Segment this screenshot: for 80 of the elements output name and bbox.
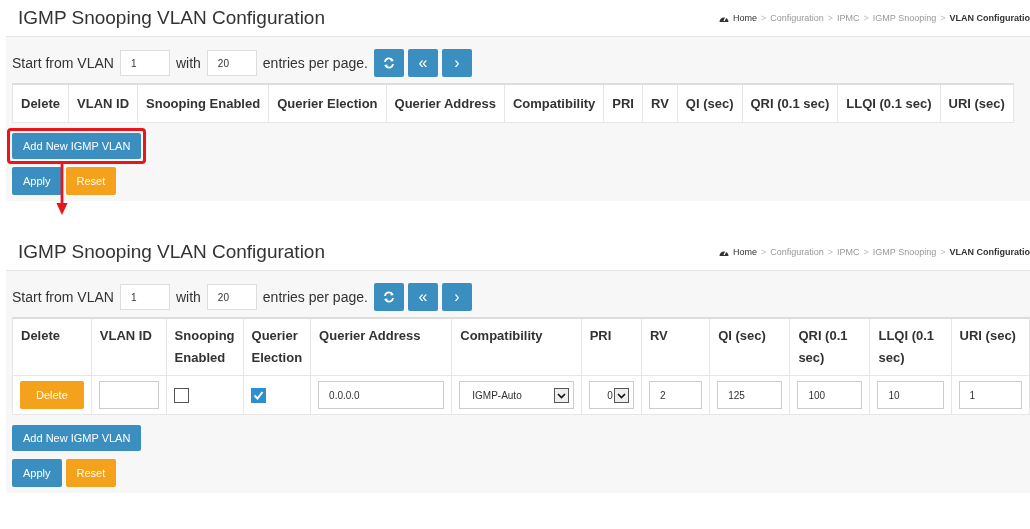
breadcrumb-link[interactable]: Configuration: [770, 13, 824, 23]
start-vlan-field[interactable]: 1: [119, 50, 170, 76]
checkbox[interactable]: [250, 387, 266, 403]
dropdown[interactable]: IGMP-Auto: [459, 381, 574, 409]
apply-button[interactable]: Apply: [12, 459, 62, 487]
breadcrumb-link[interactable]: Home: [733, 247, 757, 257]
page-title: IGMP Snooping VLAN Configuration: [18, 241, 325, 263]
refresh-icon: [382, 291, 395, 303]
breadcrumb-link[interactable]: Configuration: [770, 247, 824, 257]
column-header: LLQI (0.1 sec): [869, 318, 952, 376]
entries-label: entries per page.: [262, 289, 368, 305]
input-field[interactable]: [98, 381, 159, 409]
with-label: with: [175, 55, 201, 71]
refresh-button[interactable]: [373, 49, 404, 77]
page-title: IGMP Snooping VLAN Configuration: [18, 7, 325, 29]
column-header: Querier Election: [243, 318, 311, 376]
start-vlan-field[interactable]: 1: [119, 284, 170, 310]
breadcrumb-separator: >: [863, 247, 869, 257]
entries-field[interactable]: 20: [206, 50, 257, 76]
column-header: RV: [642, 84, 678, 123]
column-header: QRI (0.1 sec): [742, 84, 838, 123]
checkbox[interactable]: [173, 387, 189, 403]
start-label: Start from VLAN: [12, 289, 114, 305]
add-vlan-button[interactable]: Add New IGMP VLAN: [12, 133, 142, 159]
entries-field[interactable]: 20: [206, 284, 257, 310]
column-header: Compatibility: [451, 318, 582, 376]
breadcrumb-link[interactable]: IPMC: [837, 13, 860, 23]
input-field[interactable]: 100: [797, 381, 863, 409]
column-header: URI (sec): [940, 84, 1014, 123]
column-header: URI (sec): [951, 318, 1030, 376]
refresh-button[interactable]: [373, 283, 404, 311]
breadcrumb-separator: >: [761, 13, 767, 23]
column-header: Delete: [12, 318, 92, 376]
breadcrumb-link[interactable]: IPMC: [837, 247, 860, 257]
column-header: Delete: [12, 84, 69, 123]
breadcrumb-separator: >: [827, 13, 834, 23]
caret-icon: [613, 387, 629, 403]
column-header: VLAN ID: [68, 84, 138, 123]
next-page-button[interactable]: ›: [441, 49, 472, 77]
column-header: Querier Election: [268, 84, 387, 123]
column-header: QRI (0.1 sec): [789, 318, 870, 376]
breadcrumb-link[interactable]: IGMP Snooping: [872, 247, 937, 257]
input-field[interactable]: 0.0.0.0: [318, 381, 445, 409]
apply-button[interactable]: Apply: [12, 167, 62, 195]
reset-button[interactable]: Reset: [65, 167, 117, 195]
column-header: VLAN ID: [91, 318, 167, 376]
column-header: QI (sec): [677, 84, 742, 123]
entries-label: entries per page.: [262, 55, 368, 71]
breadcrumb-separator: >: [863, 13, 869, 23]
column-header: LLQI (0.1 sec): [837, 84, 940, 123]
input-field[interactable]: 125: [717, 381, 783, 409]
first-page-button[interactable]: «: [407, 49, 438, 77]
first-page-button[interactable]: «: [407, 283, 438, 311]
input-field[interactable]: 2: [648, 381, 703, 409]
input-field[interactable]: 10: [877, 381, 944, 409]
column-header: QI (sec): [709, 318, 790, 376]
column-header: Querier Address: [386, 84, 505, 123]
caret-icon: [553, 387, 569, 403]
refresh-icon: [382, 57, 395, 69]
next-page-button[interactable]: ›: [441, 283, 472, 311]
column-header: Snooping Enabled: [137, 84, 269, 123]
breadcrumb-separator: >: [940, 247, 946, 257]
column-header: PRI: [581, 318, 642, 376]
breadcrumb-link[interactable]: IGMP Snooping: [872, 13, 937, 23]
input-field[interactable]: 1: [958, 381, 1022, 409]
breadcrumb-separator: >: [827, 247, 834, 257]
column-header: Snooping Enabled: [166, 318, 244, 376]
column-header: Compatibility: [504, 84, 604, 123]
dropdown[interactable]: 0: [588, 381, 634, 409]
start-label: Start from VLAN: [12, 55, 114, 71]
column-header: PRI: [603, 84, 643, 123]
with-label: with: [175, 289, 201, 305]
column-header: Querier Address: [310, 318, 452, 376]
breadcrumb-separator: >: [761, 247, 767, 257]
add-vlan-button[interactable]: Add New IGMP VLAN: [12, 425, 142, 451]
delete-button[interactable]: Delete: [20, 381, 84, 409]
column-header: RV: [641, 318, 710, 376]
breadcrumb-link[interactable]: Home: [733, 13, 757, 23]
breadcrumb-separator: >: [940, 13, 946, 23]
reset-button[interactable]: Reset: [65, 459, 117, 487]
